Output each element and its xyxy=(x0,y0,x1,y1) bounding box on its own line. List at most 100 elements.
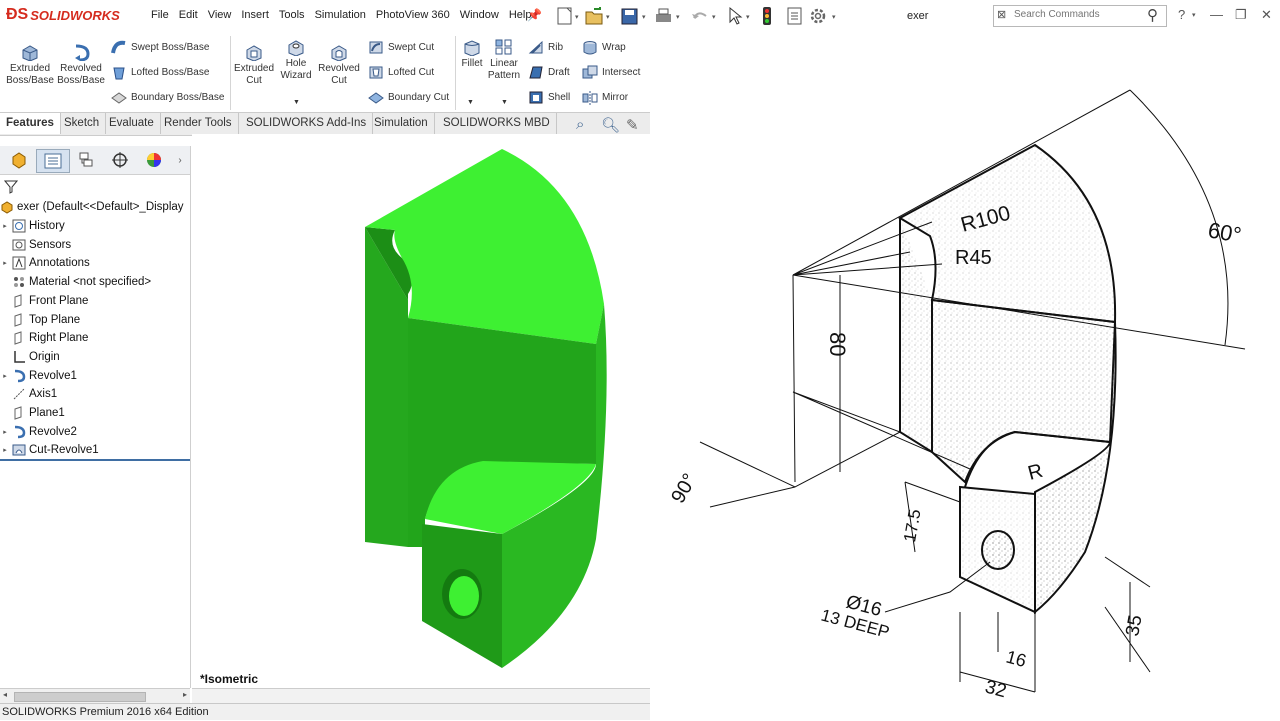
minimize-icon[interactable]: — xyxy=(1210,7,1223,22)
tab-sketch[interactable]: Sketch xyxy=(58,113,107,134)
menu-file[interactable]: File xyxy=(146,9,174,21)
tree-item-sensors[interactable]: Sensors xyxy=(0,236,190,254)
property-manager-tab-icon[interactable] xyxy=(36,149,70,173)
hole-wizard-button[interactable]: Hole Wizard xyxy=(276,38,316,82)
pin-icon[interactable]: 📌 xyxy=(527,8,542,22)
configuration-manager-tab-icon[interactable] xyxy=(70,149,102,171)
search-input[interactable] xyxy=(1014,9,1132,20)
search-box[interactable]: ⊠ ⚲ xyxy=(993,5,1167,27)
print-dropdown-icon[interactable]: ▾ xyxy=(676,14,680,21)
help-icon[interactable]: ? xyxy=(1178,7,1185,22)
dimxpert-manager-tab-icon[interactable] xyxy=(104,149,136,171)
save-icon[interactable] xyxy=(621,8,638,25)
shell-button[interactable]: Shell xyxy=(528,90,570,105)
scroll-right-icon[interactable]: ▸ xyxy=(183,690,187,699)
menu-edit[interactable]: Edit xyxy=(174,9,203,21)
expand-arrow-icon[interactable]: ▸ xyxy=(0,259,10,267)
help-dropdown-icon[interactable]: ▾ xyxy=(1192,11,1196,19)
feature-manager-tab-icon[interactable] xyxy=(2,149,34,171)
scrollbar-thumb[interactable] xyxy=(14,692,146,702)
tree-item-axis1[interactable]: Axis1 xyxy=(0,385,190,403)
extruded-boss-button[interactable]: Extruded Boss/Base xyxy=(4,43,56,87)
tree-item-plane1[interactable]: Plane1 xyxy=(0,404,190,422)
zoom-to-fit-icon[interactable]: ⌕ xyxy=(576,116,584,133)
wrap-button[interactable]: Wrap xyxy=(582,40,626,55)
options-gear-icon[interactable] xyxy=(810,8,826,24)
new-dropdown-icon[interactable]: ▾ xyxy=(575,14,579,21)
display-manager-tab-icon[interactable] xyxy=(138,149,170,171)
draft-button[interactable]: Draft xyxy=(528,65,570,80)
intersect-button[interactable]: Intersect xyxy=(582,65,640,80)
expand-arrow-icon[interactable]: ▸ xyxy=(0,428,10,436)
tab-evaluate[interactable]: Evaluate xyxy=(103,113,161,134)
panel-tabs-expand-icon[interactable]: › xyxy=(172,149,188,171)
tree-item-front-plane[interactable]: Front Plane xyxy=(0,292,190,310)
tree-item-annotations[interactable]: ▸ Annotations xyxy=(0,254,190,272)
solidworks-logo[interactable]: ƉS SOLIDWORKS xyxy=(6,6,120,24)
fillet-dropdown-icon[interactable]: ▼ xyxy=(467,99,474,106)
print-icon[interactable] xyxy=(656,8,671,22)
menu-photoview[interactable]: PhotoView 360 xyxy=(371,9,455,21)
undo-dropdown-icon[interactable]: ▾ xyxy=(712,14,716,21)
file-properties-icon[interactable] xyxy=(787,7,802,25)
new-document-icon[interactable] xyxy=(557,7,572,25)
tree-item-cut-revolve1[interactable]: ▸ Cut-Revolve1 xyxy=(0,441,190,459)
options-dropdown-icon[interactable]: ▾ xyxy=(832,14,836,21)
revolved-boss-button[interactable]: Revolved Boss/Base xyxy=(55,43,107,87)
hole-wizard-dropdown-icon[interactable]: ▼ xyxy=(293,99,300,106)
filter-icon[interactable] xyxy=(4,180,18,194)
undo-icon[interactable] xyxy=(692,12,707,19)
close-icon[interactable]: ✕ xyxy=(1261,7,1272,23)
select-dropdown-icon[interactable]: ▾ xyxy=(746,14,750,21)
swept-boss-button[interactable]: Swept Boss/Base xyxy=(111,40,209,55)
lofted-cut-button[interactable]: Lofted Cut xyxy=(368,65,434,80)
magnifier-icon[interactable]: ⚲ xyxy=(1147,6,1158,24)
tree-item-history[interactable]: ▸ History xyxy=(0,217,190,235)
boundary-cut-button[interactable]: Boundary Cut xyxy=(368,90,449,105)
tree-root[interactable]: exer (Default<<Default>_Display xyxy=(0,198,190,216)
menu-simulation[interactable]: Simulation xyxy=(310,9,371,21)
extruded-cut-button[interactable]: Extruded Cut xyxy=(231,43,277,87)
mirror-button[interactable]: Mirror xyxy=(582,90,628,105)
zoom-to-area-icon[interactable]: 🔍︎ xyxy=(601,116,620,134)
tree-item-top-plane[interactable]: Top Plane xyxy=(0,311,190,329)
menu-window[interactable]: Window xyxy=(455,9,504,21)
tree-item-revolve2[interactable]: ▸ Revolve2 xyxy=(0,423,190,441)
tab-solidworks-mbd[interactable]: SOLIDWORKS MBD xyxy=(437,113,557,134)
tree-horizontal-scrollbar[interactable]: ◂ ▸ xyxy=(0,688,190,704)
tab-simulation[interactable]: Simulation xyxy=(368,113,435,134)
expand-arrow-icon[interactable]: ▸ xyxy=(0,372,10,380)
tab-solidworks-add-ins[interactable]: SOLIDWORKS Add-Ins xyxy=(240,113,374,134)
tab-render-tools[interactable]: Render Tools xyxy=(158,113,239,134)
expand-arrow-icon[interactable]: ▸ xyxy=(0,446,10,454)
green-3d-model[interactable] xyxy=(192,134,650,688)
open-dropdown-icon[interactable]: ▾ xyxy=(606,14,610,21)
select-arrow-icon[interactable] xyxy=(729,6,743,25)
open-document-icon[interactable] xyxy=(585,7,603,25)
tree-item-origin[interactable]: Origin xyxy=(0,348,190,366)
restore-icon[interactable]: ❐ xyxy=(1235,7,1247,23)
scroll-left-icon[interactable]: ◂ xyxy=(3,690,7,699)
expand-arrow-icon[interactable]: ▸ xyxy=(0,222,10,230)
tree-item-revolve1[interactable]: ▸ Revolve1 xyxy=(0,367,190,385)
lofted-boss-button[interactable]: Lofted Boss/Base xyxy=(111,65,209,80)
rebuild-traffic-light-icon[interactable] xyxy=(763,7,771,25)
fillet-button[interactable]: Fillet xyxy=(457,38,487,70)
rollback-bar[interactable] xyxy=(0,459,190,461)
save-dropdown-icon[interactable]: ▾ xyxy=(642,14,646,21)
menu-view[interactable]: View xyxy=(203,9,237,21)
linear-pattern-button[interactable]: Linear Pattern xyxy=(486,38,522,82)
swept-cut-button[interactable]: Swept Cut xyxy=(368,40,434,55)
revolved-cut-button[interactable]: Revolved Cut xyxy=(315,43,363,87)
tree-item-material-not-specified[interactable]: Material <not specified> xyxy=(0,273,190,291)
graphics-viewport[interactable] xyxy=(192,134,650,688)
menu-insert[interactable]: Insert xyxy=(236,9,274,21)
tree-item-right-plane[interactable]: Right Plane xyxy=(0,329,190,347)
menu-tools[interactable]: Tools xyxy=(274,9,310,21)
boundary-boss-button[interactable]: Boundary Boss/Base xyxy=(111,90,224,105)
section-view-icon[interactable]: ✎ xyxy=(626,116,639,134)
rib-button[interactable]: Rib xyxy=(528,40,563,55)
tab-features[interactable]: Features xyxy=(0,113,61,134)
tree-filter[interactable] xyxy=(2,178,188,196)
linear-pattern-dropdown-icon[interactable]: ▼ xyxy=(501,99,508,106)
